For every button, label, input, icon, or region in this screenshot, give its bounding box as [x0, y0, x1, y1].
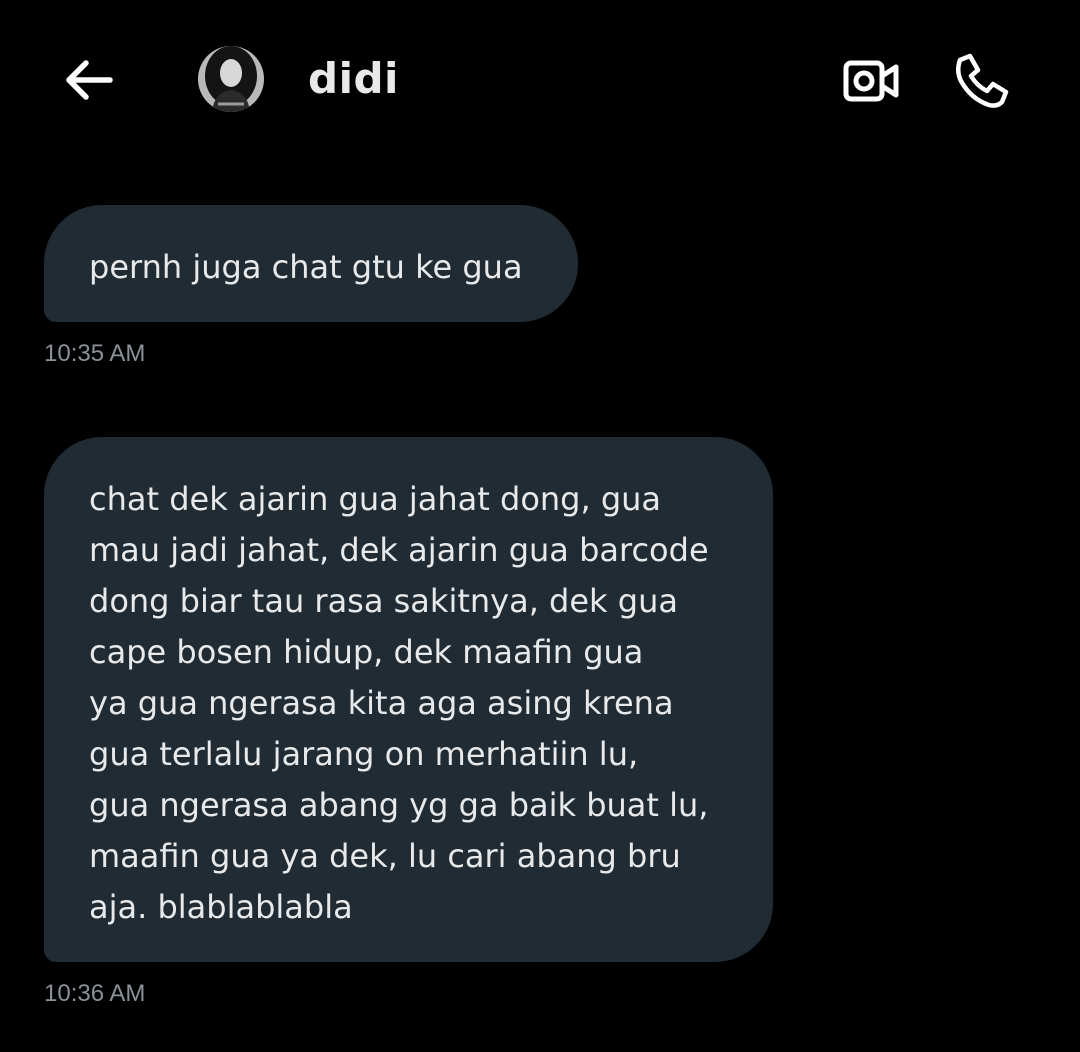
message-line: cape bosen hidup, dek maafin gua	[89, 633, 644, 671]
message-line: aja. blablablabla	[89, 888, 353, 926]
back-button[interactable]	[58, 50, 118, 110]
message-bubble-2[interactable]: chat dek ajarin gua jahat dong, gua mau …	[44, 437, 773, 962]
arrow-left-icon	[66, 60, 113, 100]
message-line: chat dek ajarin gua jahat dong, gua	[89, 480, 662, 518]
avatar[interactable]	[198, 46, 264, 112]
message-text: pernh juga chat gtu ke gua	[89, 248, 523, 286]
profile-photo-image	[198, 46, 264, 112]
message-timestamp-1: 10:35 AM	[44, 340, 146, 367]
message-line: gua terlalu jarang on merhatiin lu,	[89, 735, 639, 773]
chat-header: didi	[0, 0, 1080, 160]
video-call-button[interactable]	[838, 48, 904, 114]
video-camera-icon	[843, 60, 899, 102]
message-timestamp-2: 10:36 AM	[44, 980, 146, 1007]
contact-name[interactable]: didi	[308, 54, 399, 103]
message-line: maafin gua ya dek, lu cari abang bru	[89, 837, 681, 875]
phone-icon	[956, 53, 1009, 108]
message-line: gua ngerasa abang yg ga baik buat lu,	[89, 786, 709, 824]
message-line: ya gua ngerasa kita aga asing krena	[89, 684, 674, 722]
message-bubble-1[interactable]: pernh juga chat gtu ke gua	[44, 205, 578, 322]
message-line: mau jadi jahat, dek ajarin gua barcode	[89, 531, 709, 569]
voice-call-button[interactable]	[946, 46, 1016, 116]
message-line: dong biar tau rasa sakitnya, dek gua	[89, 582, 678, 620]
